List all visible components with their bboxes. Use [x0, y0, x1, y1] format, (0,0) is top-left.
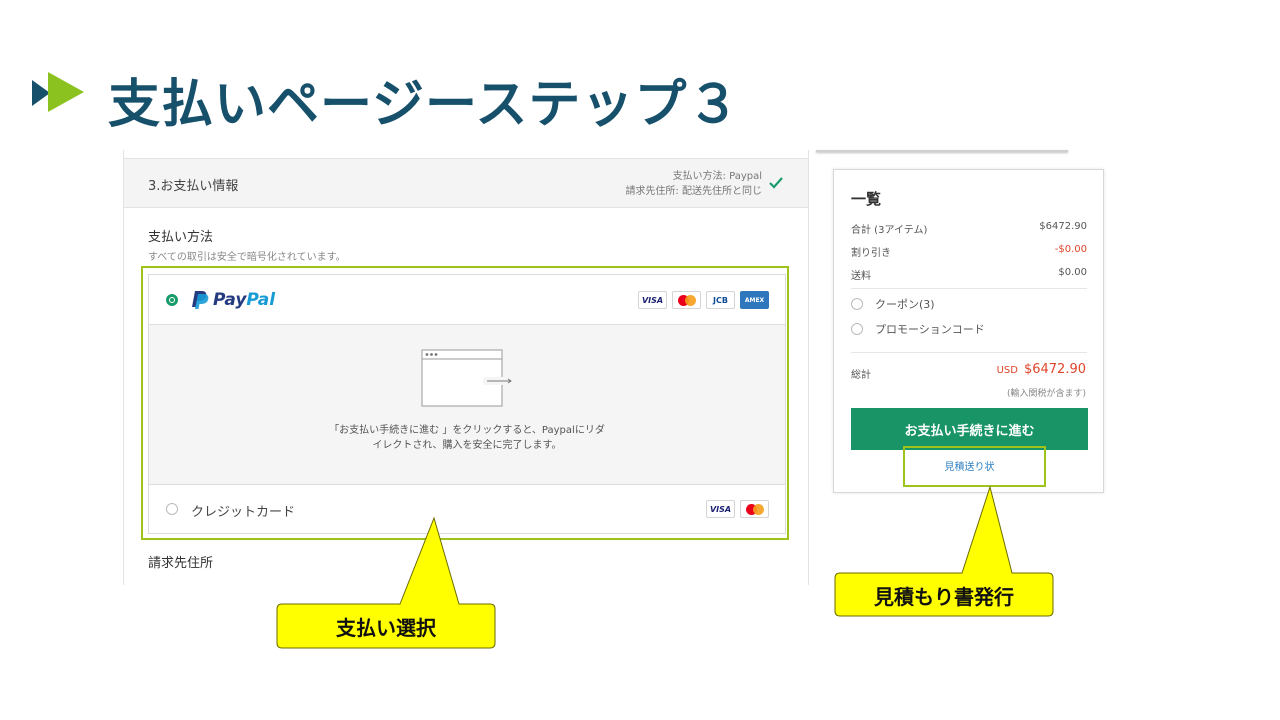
shipping-label: 送料 [851, 271, 871, 282]
discount-value: -$0.00 [1054, 244, 1087, 255]
payment-method-title: 支払い方法 [148, 230, 214, 245]
payment-highlight-box [141, 266, 789, 540]
total-label: 総計 [851, 370, 871, 381]
title-arrow-icon [32, 72, 84, 112]
payment-select-callout: 支払い選択 [336, 616, 436, 640]
promo-code-option[interactable]: プロモーションコード [851, 321, 985, 337]
promo-label: プロモーションコード [875, 323, 985, 336]
subtotal-row: 合計 (3アイテム) $6472.90 [851, 221, 1087, 236]
tax-note: (輸入関税が含ます) [1006, 389, 1086, 399]
summary-divider [851, 352, 1087, 353]
check-icon [769, 177, 783, 189]
section-title: 3.お支払い情報 [148, 179, 239, 194]
total-currency: USD [996, 365, 1018, 376]
quote-issue-callout: 見積もり書発行 [874, 585, 1014, 609]
coupon-option[interactable]: クーポン(3) [851, 296, 935, 312]
coupon-radio[interactable] [851, 298, 863, 310]
order-summary-card: 一覧 合計 (3アイテム) $6472.90 割り引き -$0.00 送料 $0… [833, 169, 1104, 493]
total-amount: $6472.90 [1023, 362, 1086, 377]
payment-method-subtitle: すべての取引は安全で暗号化されています。 [148, 252, 346, 263]
total-value: USD $6472.90 [997, 362, 1086, 377]
coupon-label: クーポン(3) [875, 298, 935, 311]
payment-section-header[interactable]: 3.お支払い情報 支払い方法: Paypal 請求先住所: 配送先住所と同じ [124, 158, 808, 208]
discount-row: 割り引き -$0.00 [851, 244, 1087, 259]
summary-divider [851, 288, 1087, 289]
shipping-row: 送料 $0.00 [851, 267, 1087, 282]
section-summary: 支払い方法: Paypal 請求先住所: 配送先住所と同じ [625, 169, 762, 199]
summary-top-divider [816, 150, 1068, 152]
shipping-value: $0.00 [1058, 267, 1087, 278]
summary-title: 一覧 [851, 190, 882, 208]
quote-highlight-box [903, 446, 1046, 487]
subtotal-value: $6472.90 [1039, 221, 1087, 232]
summary-billing-address: 請求先住所: 配送先住所と同じ [625, 186, 762, 197]
proceed-to-checkout-button[interactable]: お支払い手続きに進む [851, 408, 1088, 450]
promo-radio[interactable] [851, 323, 863, 335]
slide-title: 支払いページーステップ３ [108, 75, 741, 135]
billing-address-title: 請求先住所 [148, 556, 214, 571]
subtotal-label: 合計 (3アイテム) [851, 225, 928, 236]
summary-payment-method: 支払い方法: Paypal [672, 171, 762, 182]
discount-label: 割り引き [851, 248, 891, 259]
